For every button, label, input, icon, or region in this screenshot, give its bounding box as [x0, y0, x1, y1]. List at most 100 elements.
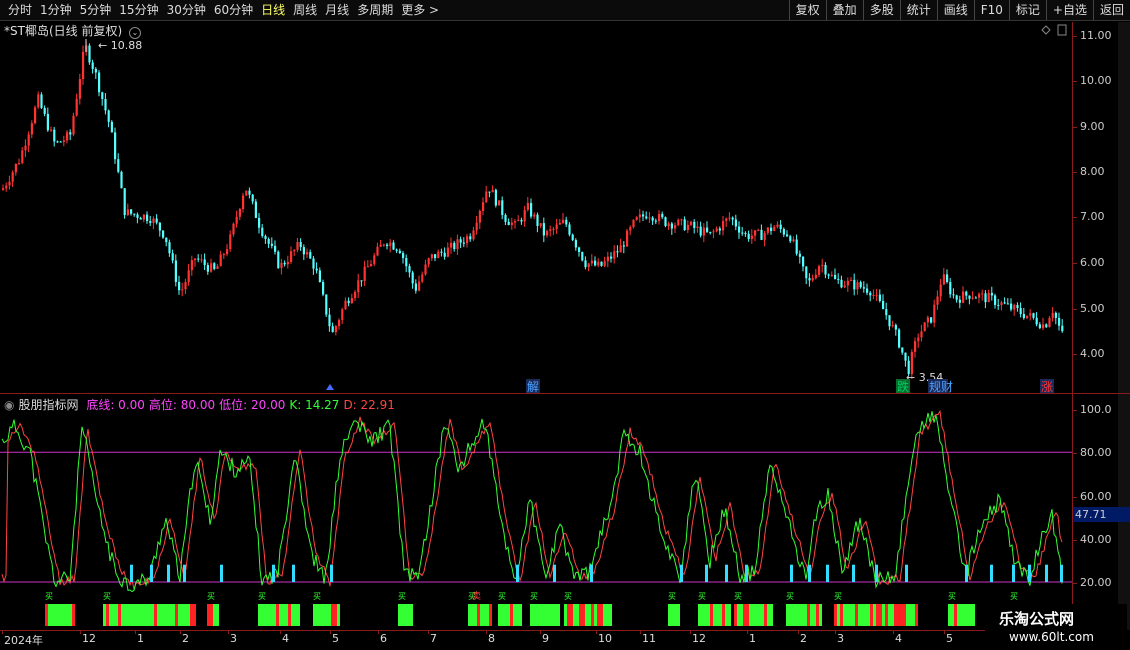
indicator-chart[interactable]: 买买买买买买买买买买买买买买买买买卖	[0, 394, 1072, 630]
toolbar-button-4[interactable]: 画线	[936, 0, 974, 20]
signal-spike	[826, 564, 829, 582]
period-tab-3[interactable]: 15分钟	[115, 2, 162, 18]
candle-body	[542, 223, 545, 236]
period-tab-8[interactable]: 月线	[321, 2, 353, 18]
period-tab-6[interactable]: 日线	[257, 2, 289, 18]
toolbar-button-1[interactable]: 叠加	[825, 0, 863, 20]
signal-bar	[190, 604, 193, 626]
candle-body	[1000, 302, 1003, 306]
date-tick	[747, 630, 748, 634]
layout-icon	[1057, 24, 1067, 36]
toolbar-button-7[interactable]: +自选	[1045, 0, 1093, 20]
candle-body	[341, 309, 344, 320]
signal-bar	[407, 604, 410, 626]
toolbar-button-3[interactable]: 统计	[899, 0, 937, 20]
toolbar-button-8[interactable]: 返回	[1092, 0, 1130, 20]
candle-body	[738, 226, 741, 233]
candle-body	[229, 234, 232, 250]
signal-bar	[471, 604, 474, 626]
signal-bar	[951, 604, 954, 626]
candle-body	[168, 242, 171, 254]
axis-tick	[1072, 410, 1077, 411]
toolbar-button-0[interactable]: 复权	[788, 0, 826, 20]
candle-body	[389, 242, 392, 247]
signal-bar	[954, 604, 957, 626]
signal-bar	[915, 604, 918, 626]
date-label: 12	[82, 632, 96, 645]
period-tab-0[interactable]: 分时	[4, 2, 36, 18]
candle-body	[754, 230, 757, 236]
signal-bar	[786, 604, 789, 626]
period-tab-9[interactable]: 多周期	[353, 2, 397, 18]
signal-bar	[861, 604, 864, 626]
candle-body	[270, 243, 273, 246]
signal-bar	[606, 604, 609, 626]
signal-bar	[474, 604, 477, 626]
candle-body	[94, 68, 97, 73]
axis-tick	[1072, 36, 1077, 37]
candle-body	[360, 280, 363, 282]
signal-bar	[609, 604, 612, 626]
signal-bar	[501, 604, 504, 626]
signal-bar	[63, 604, 66, 626]
candle-body	[635, 217, 638, 220]
date-tick	[135, 630, 136, 634]
high-price-label: ← 10.88	[98, 39, 142, 52]
candle-body	[510, 222, 513, 226]
right-side-panel[interactable]	[1118, 22, 1130, 630]
signal-spike	[292, 564, 295, 582]
candle-body	[1026, 315, 1029, 319]
toolbar-button-2[interactable]: 多股	[862, 0, 900, 20]
period-tab-10[interactable]: 更多 >	[397, 2, 443, 18]
candle-body	[66, 132, 69, 141]
period-tab-2[interactable]: 5分钟	[76, 2, 116, 18]
signal-bar	[728, 604, 731, 626]
price-chart[interactable]: ← 10.88← 3.54解跌规财涨	[0, 22, 1072, 393]
signal-bar	[758, 604, 761, 626]
signal-bar	[282, 604, 285, 626]
candle-body	[917, 337, 920, 342]
candle-body	[242, 195, 245, 209]
candle-body	[123, 188, 126, 216]
candle-body	[72, 115, 75, 135]
candle-body	[382, 244, 385, 246]
signal-bar	[858, 604, 861, 626]
candle-body	[78, 79, 81, 99]
signal-bar	[906, 604, 909, 626]
candle-body	[555, 224, 558, 229]
price-tick-label: 9.00	[1080, 120, 1105, 133]
toolbar-button-5[interactable]: F10	[973, 0, 1009, 20]
candle-body	[939, 284, 942, 297]
candle-body	[965, 291, 968, 296]
price-tick-label: 4.00	[1080, 347, 1105, 360]
signal-bar	[181, 604, 184, 626]
candle-body	[987, 292, 990, 303]
period-tab-4[interactable]: 30分钟	[163, 2, 210, 18]
candle-body	[709, 231, 712, 233]
candle-body	[446, 247, 449, 257]
candle-body	[632, 219, 635, 228]
date-tick	[280, 630, 281, 634]
signal-bar	[677, 604, 680, 626]
period-tab-5[interactable]: 60分钟	[210, 2, 257, 18]
candle-body	[834, 274, 837, 279]
candle-body	[254, 201, 257, 218]
candle-body	[568, 224, 571, 235]
candle-body	[670, 223, 673, 229]
period-tab-7[interactable]: 周线	[289, 2, 321, 18]
date-label: 2024年	[4, 634, 43, 647]
candle-body	[178, 281, 181, 291]
toolbar-button-6[interactable]: 标记	[1008, 0, 1046, 20]
signal-bar	[210, 604, 213, 626]
period-tab-1[interactable]: 1分钟	[36, 2, 76, 18]
signal-bar	[187, 604, 190, 626]
candle-body	[552, 228, 555, 230]
signal-spike	[725, 564, 728, 582]
signal-bar	[66, 604, 69, 626]
signal-bar	[551, 604, 554, 626]
buy-mark: 买	[948, 592, 956, 601]
candle-body	[325, 294, 328, 315]
price-tick-label: 8.00	[1080, 165, 1105, 178]
signal-bar	[867, 604, 870, 626]
candle-body	[1006, 303, 1009, 305]
